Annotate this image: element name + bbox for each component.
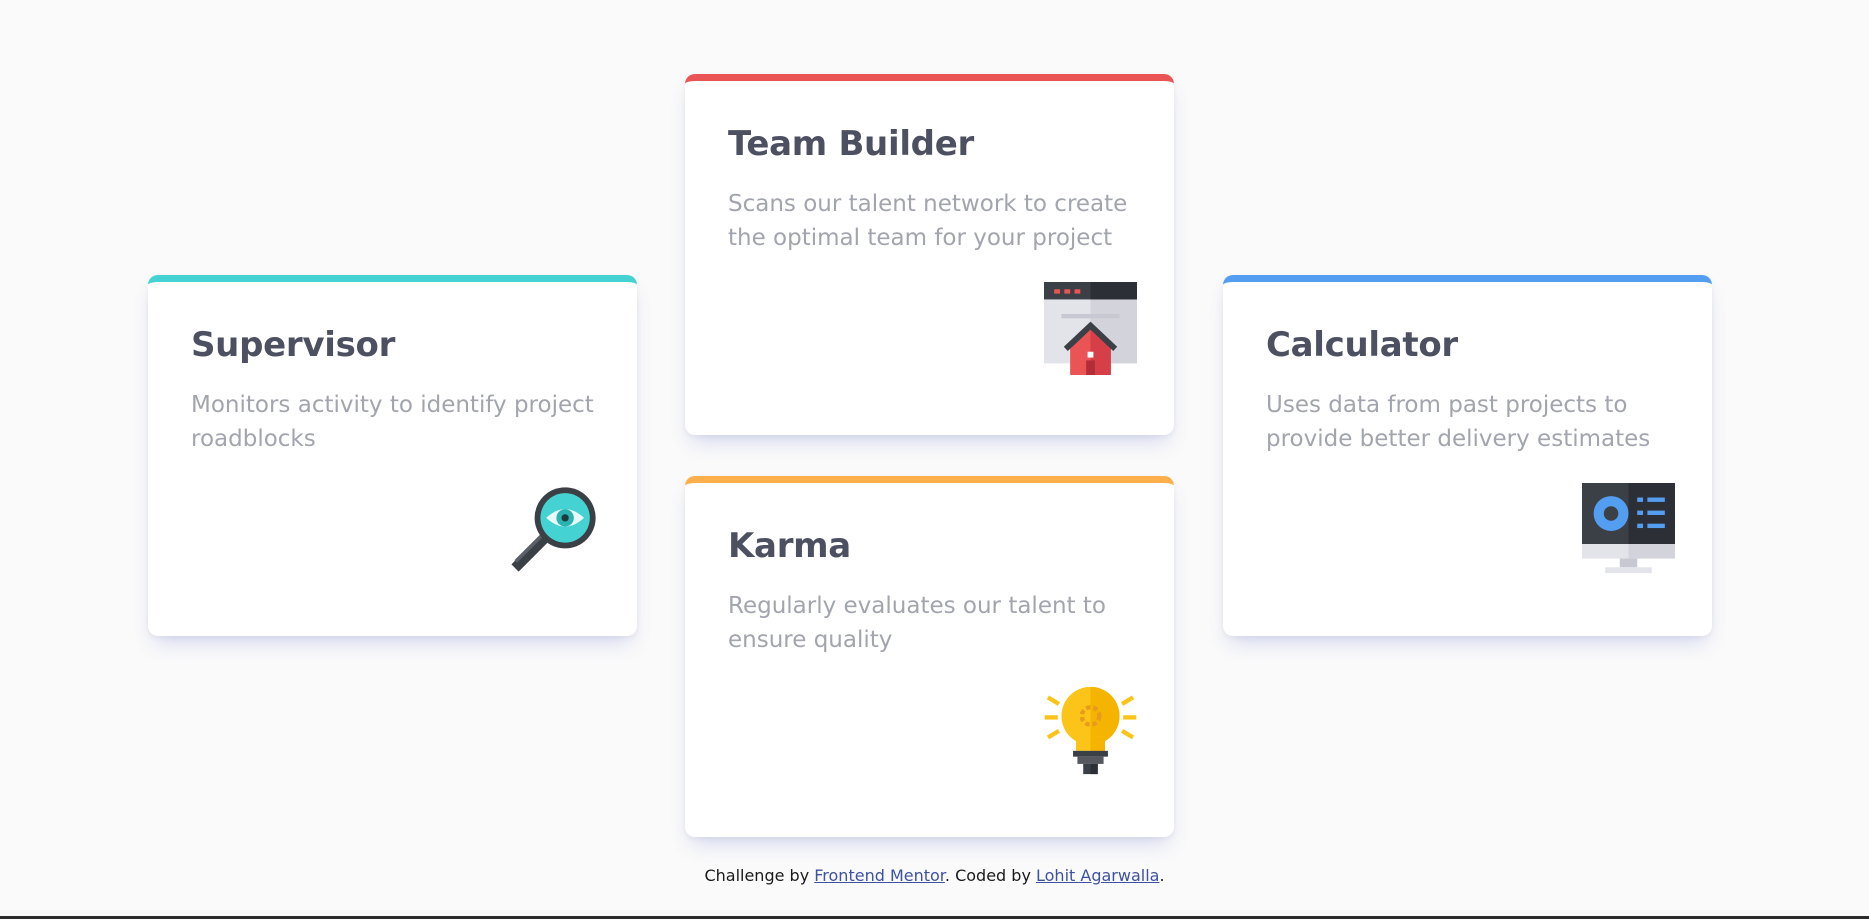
lightbulb-icon	[1044, 684, 1137, 777]
card-description: Monitors activity to identify project ro…	[191, 392, 594, 452]
card-description: Uses data from past projects to provide …	[1266, 392, 1651, 452]
footer-prefix: Challenge by	[704, 866, 815, 885]
footer-suffix: .	[1159, 866, 1165, 885]
footer-middle: . Coded by	[944, 866, 1036, 885]
frontend-mentor-link[interactable]: Frontend Mentor	[814, 866, 945, 885]
card-karma: Karma Regularly evaluates our talent to …	[685, 476, 1174, 837]
author-link[interactable]: Lohit Agarwalla	[1036, 866, 1159, 885]
card-description: Regularly evaluates our talent to ensure…	[728, 593, 1106, 653]
card-title: Karma	[728, 526, 851, 566]
magnifier-eye-icon	[507, 483, 600, 576]
monitor-dashboard-icon	[1582, 483, 1675, 576]
card-team-builder: Team Builder Scans our talent network to…	[685, 74, 1174, 435]
card-calculator: Calculator Uses data from past projects …	[1223, 275, 1712, 636]
browser-house-icon	[1044, 282, 1137, 375]
attribution-footer: Challenge by Frontend Mentor. Coded by L…	[0, 866, 1869, 885]
card-title: Calculator	[1266, 325, 1458, 365]
card-title: Team Builder	[728, 124, 974, 164]
card-title: Supervisor	[191, 325, 396, 365]
card-supervisor: Supervisor Monitors activity to identify…	[148, 275, 637, 636]
card-description: Scans our talent network to create the o…	[728, 191, 1128, 251]
